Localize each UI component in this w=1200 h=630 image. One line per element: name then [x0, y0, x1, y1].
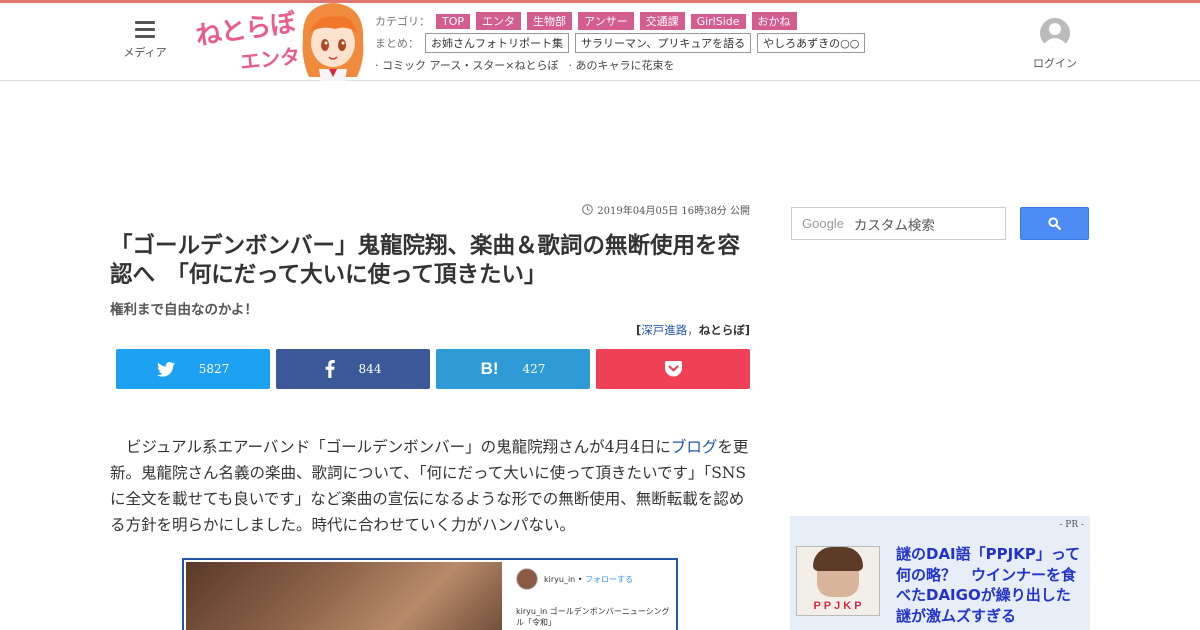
category-tag-koutsuu[interactable]: 交通課	[639, 12, 685, 30]
category-tag-okane[interactable]: おかね	[751, 12, 797, 30]
category-tag-enta[interactable]: エンタ	[476, 12, 522, 30]
login-button[interactable]: ログイン	[1030, 17, 1080, 71]
instagram-side-panel: kiryu_in • フォローする kiryu_in ゴールデンボンバーニューシ…	[506, 560, 676, 630]
google-brand-label: Google	[802, 216, 844, 231]
logo-subtitle: エンタ	[239, 43, 302, 75]
category-nav: カテゴリ： TOP エンタ 生物部 アンサー 交通課 GirlSide おかね	[375, 12, 803, 30]
publisher-name: ねとらぼ	[698, 323, 745, 337]
pocket-save-button[interactable]	[596, 349, 750, 389]
pocket-icon	[664, 361, 682, 377]
matome-tag-photo-report[interactable]: お姉さんフォトリポート集	[425, 33, 569, 53]
pr-label: - PR -	[1059, 520, 1084, 530]
article-instagram-image[interactable]: kiryu_in • フォローする kiryu_in ゴールデンボンバーニューシ…	[182, 558, 678, 630]
publish-time-text: 2019年04月05日 16時38分 公開	[597, 206, 750, 217]
instagram-user-line: kiryu_in • フォローする	[544, 575, 634, 584]
category-tag-seibutsu[interactable]: 生物部	[527, 12, 573, 30]
link-comic-earth-star[interactable]: · コミック アース・スター×ねとらぼ	[375, 57, 559, 73]
byline-close-bracket: ]	[744, 323, 750, 337]
thumbnail-caption: PPJKP	[813, 600, 865, 612]
category-tag-answer[interactable]: アンサー	[578, 12, 634, 30]
article-byline: [深戸進路，ねとらぼ]	[560, 322, 750, 338]
instagram-follow-link: フォローする	[585, 575, 634, 584]
article-body-paragraph: ビジュアル系エアーバンド「ゴールデンボンバー」の鬼龍院翔さんが4月4日にブログを…	[110, 434, 755, 538]
instagram-username: kiryu_in	[544, 575, 576, 584]
sponsored-article-title[interactable]: 謎のDAI語「PPJKP」って何の略？ ウインナーを食べたDAIGOが繰り出した…	[896, 544, 1082, 626]
hatena-bookmark-count: 427	[522, 362, 546, 376]
sponsored-article-box: - PR - PPJKP 謎のDAI語「PPJKP」って何の略？ ウインナーを食…	[790, 516, 1090, 630]
media-menu-button[interactable]: メディア	[120, 21, 170, 60]
site-header: メディア ねとらぼ エンタ カテゴリ： TOP エンタ 生物部 アンサー 交通課…	[0, 3, 1200, 81]
site-search-input[interactable]: Google カスタム検索	[791, 207, 1006, 240]
clock-icon	[582, 204, 594, 215]
thumbnail-hair	[813, 547, 863, 571]
byline-separator: ，	[687, 323, 699, 337]
facebook-share-count: 844	[358, 362, 382, 376]
sponsored-thumbnail[interactable]: PPJKP	[796, 546, 880, 616]
hamburger-icon	[135, 21, 155, 38]
matome-nav: まとめ： お姉さんフォトリポート集 サラリーマン、プリキュアを語る やしろあずき…	[375, 33, 871, 53]
twitter-share-count: 5827	[198, 362, 230, 376]
category-tag-top[interactable]: TOP	[436, 13, 471, 29]
instagram-photo	[186, 562, 502, 630]
author-link[interactable]: 深戸進路	[641, 323, 687, 337]
share-buttons: 5827 844 B! 427	[116, 349, 750, 389]
article-title: 「ゴールデンボンバー」鬼龍院翔、楽曲＆歌詞の無断使用を容認へ 「何にだって大いに…	[110, 233, 741, 288]
login-label: ログイン	[1033, 57, 1077, 70]
article-subtitle: 権利まで自由なのかよ！	[110, 302, 258, 318]
matome-tag-yashiro[interactable]: やしろあずきの○○	[757, 33, 866, 53]
matome-tag-precure[interactable]: サラリーマン、プリキュアを語る	[575, 33, 752, 53]
publish-time: 2019年04月05日 16時38分 公開	[560, 202, 750, 217]
search-placeholder: カスタム検索	[853, 217, 935, 234]
twitter-bird-icon	[156, 361, 175, 377]
media-menu-label: メディア	[123, 46, 167, 59]
category-label: カテゴリ：	[375, 15, 430, 28]
instagram-avatar	[516, 568, 538, 590]
blog-link[interactable]: ブログ	[671, 438, 718, 456]
body-text-before-link: ビジュアル系エアーバンド「ゴールデンボンバー」の鬼龍院翔さんが4月4日に	[126, 438, 671, 456]
mascot-illustration-icon	[302, 3, 364, 81]
facebook-share-button[interactable]: 844	[276, 349, 430, 389]
user-avatar-icon	[1040, 18, 1070, 48]
matome-label: まとめ：	[375, 37, 419, 50]
twitter-share-button[interactable]: 5827	[116, 349, 270, 389]
hatena-bookmark-icon: B!	[480, 359, 499, 378]
facebook-f-icon	[325, 360, 335, 378]
instagram-caption: kiryu_in ゴールデンボンバーニューシングル「令和」	[516, 607, 670, 627]
hatena-bookmark-button[interactable]: B! 427	[436, 349, 590, 389]
extra-links: · コミック アース・スター×ねとらぼ · あのキャラに花束を	[375, 57, 685, 73]
site-logo[interactable]: ねとらぼ エンタ	[195, 3, 370, 81]
link-chara-hanataba[interactable]: · あのキャラに花束を	[569, 57, 675, 73]
category-tag-girlside[interactable]: GirlSide	[690, 13, 746, 29]
search-submit-button[interactable]	[1020, 207, 1089, 240]
search-icon	[1048, 217, 1061, 230]
